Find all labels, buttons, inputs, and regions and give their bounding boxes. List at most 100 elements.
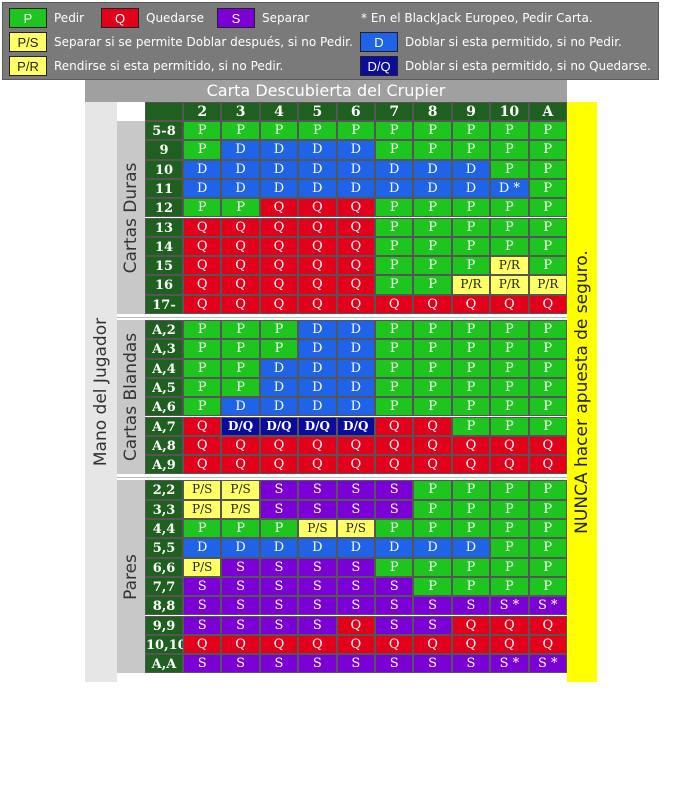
- action-cell: P: [375, 339, 414, 359]
- action-cell: P: [490, 557, 529, 577]
- action-cell: P: [451, 256, 491, 276]
- action-cell: P: [375, 519, 414, 539]
- action-cell: Q: [490, 435, 529, 456]
- legend-swatch-d: D: [360, 32, 398, 52]
- action-cell: D: [259, 178, 299, 199]
- action-cell: Q: [259, 256, 299, 276]
- action-cell: P: [375, 275, 414, 295]
- action-cell: P: [375, 198, 414, 218]
- action-cell: D: [336, 358, 375, 378]
- hand-label: A,7: [145, 416, 183, 436]
- action-cell: P: [221, 377, 260, 398]
- action-cell: P: [490, 416, 529, 436]
- legend-label-pedir: Pedir: [54, 11, 85, 25]
- action-cell: P: [528, 198, 567, 218]
- action-cell: D: [336, 397, 375, 417]
- action-cell: P: [336, 121, 375, 141]
- action-cell: P: [413, 198, 452, 218]
- hand-label: 2,2: [145, 480, 183, 500]
- action-cell: Q: [528, 615, 567, 635]
- action-cell: Q: [375, 435, 414, 456]
- hand-label: 3,3: [145, 499, 183, 519]
- action-cell: P: [451, 320, 491, 340]
- action-cell: S: [298, 615, 337, 635]
- action-cell: S: [259, 654, 299, 674]
- action-cell: P: [528, 499, 567, 519]
- action-cell: Q: [375, 455, 414, 475]
- action-cell: S *: [490, 654, 529, 674]
- action-cell: P: [413, 499, 452, 519]
- action-cell: P: [183, 358, 222, 378]
- action-cell: D: [336, 140, 375, 160]
- action-cell: Q: [221, 294, 260, 314]
- action-cell: D: [298, 397, 337, 417]
- action-cell: P: [183, 519, 222, 539]
- action-cell: S: [413, 615, 452, 635]
- action-cell: P/S: [183, 557, 222, 577]
- legend-european-note: * En el BlackJack Europeo, Pedir Carta.: [361, 11, 593, 25]
- group-label: Cartas Blandas: [121, 333, 141, 462]
- action-cell: Q: [375, 416, 414, 436]
- legend-panel: P Pedir Q Quedarse S Separar * En el Bla…: [2, 2, 659, 80]
- action-cell: D: [451, 538, 491, 558]
- action-cell: Q: [336, 217, 375, 237]
- action-cell: Q: [183, 294, 222, 314]
- action-cell: Q: [298, 236, 337, 257]
- legend-label-separar: Separar: [262, 11, 310, 25]
- action-cell: Q: [183, 634, 222, 655]
- action-cell: S: [375, 499, 414, 519]
- header-corner: [145, 102, 183, 121]
- dealer-card-header: 7: [375, 102, 414, 121]
- action-cell: Q: [221, 275, 260, 295]
- action-cell: Q: [259, 217, 299, 237]
- action-cell: D: [336, 377, 375, 398]
- action-cell: P: [375, 557, 414, 577]
- action-cell: S: [336, 596, 375, 616]
- action-cell: Q: [221, 435, 260, 456]
- action-cell: P: [413, 339, 452, 359]
- action-cell: P: [375, 217, 414, 237]
- legend-item-pedir: P Pedir: [9, 8, 84, 28]
- action-cell: P: [413, 121, 452, 141]
- action-cell: P: [413, 140, 452, 160]
- legend-label-ps: Separar si se permite Doblar después, si…: [54, 35, 353, 49]
- hand-label: 5-8: [145, 121, 183, 141]
- action-cell: Q: [336, 615, 375, 635]
- action-cell: P: [221, 320, 260, 340]
- action-cell: P: [490, 140, 529, 160]
- action-cell: P: [451, 198, 491, 218]
- action-cell: Q: [336, 634, 375, 655]
- action-cell: D: [259, 377, 299, 398]
- group-label: Cartas Duras: [121, 162, 141, 273]
- action-cell: P: [528, 339, 567, 359]
- action-cell: S: [413, 654, 452, 674]
- action-cell: D/Q: [259, 416, 299, 436]
- hand-label: 9: [145, 140, 183, 160]
- action-cell: Q: [451, 435, 491, 456]
- action-cell: Q: [490, 455, 529, 475]
- action-cell: P: [528, 140, 567, 160]
- action-cell: P: [221, 198, 260, 218]
- action-cell: D: [298, 538, 337, 558]
- action-cell: D: [298, 159, 337, 179]
- action-cell: P: [490, 121, 529, 141]
- action-cell: Q: [451, 294, 491, 314]
- hand-label: A,5: [145, 377, 183, 398]
- action-cell: P: [528, 538, 567, 558]
- legend-item-ps: P/S Separar si se permite Doblar después…: [9, 32, 353, 52]
- hand-label: A,3: [145, 339, 183, 359]
- action-cell: S *: [490, 596, 529, 616]
- action-cell: P: [528, 397, 567, 417]
- action-cell: D: [221, 159, 260, 179]
- hand-label: A,9: [145, 455, 183, 475]
- action-cell: P: [413, 275, 452, 295]
- hand-label: A,A: [145, 654, 183, 674]
- action-cell: P: [413, 217, 452, 237]
- action-cell: D: [375, 159, 414, 179]
- action-cell: S: [375, 480, 414, 500]
- hand-label: 13: [145, 217, 183, 237]
- action-cell: P/R: [528, 275, 567, 295]
- action-cell: D: [183, 159, 222, 179]
- action-cell: S: [259, 557, 299, 577]
- action-cell: Q: [375, 634, 414, 655]
